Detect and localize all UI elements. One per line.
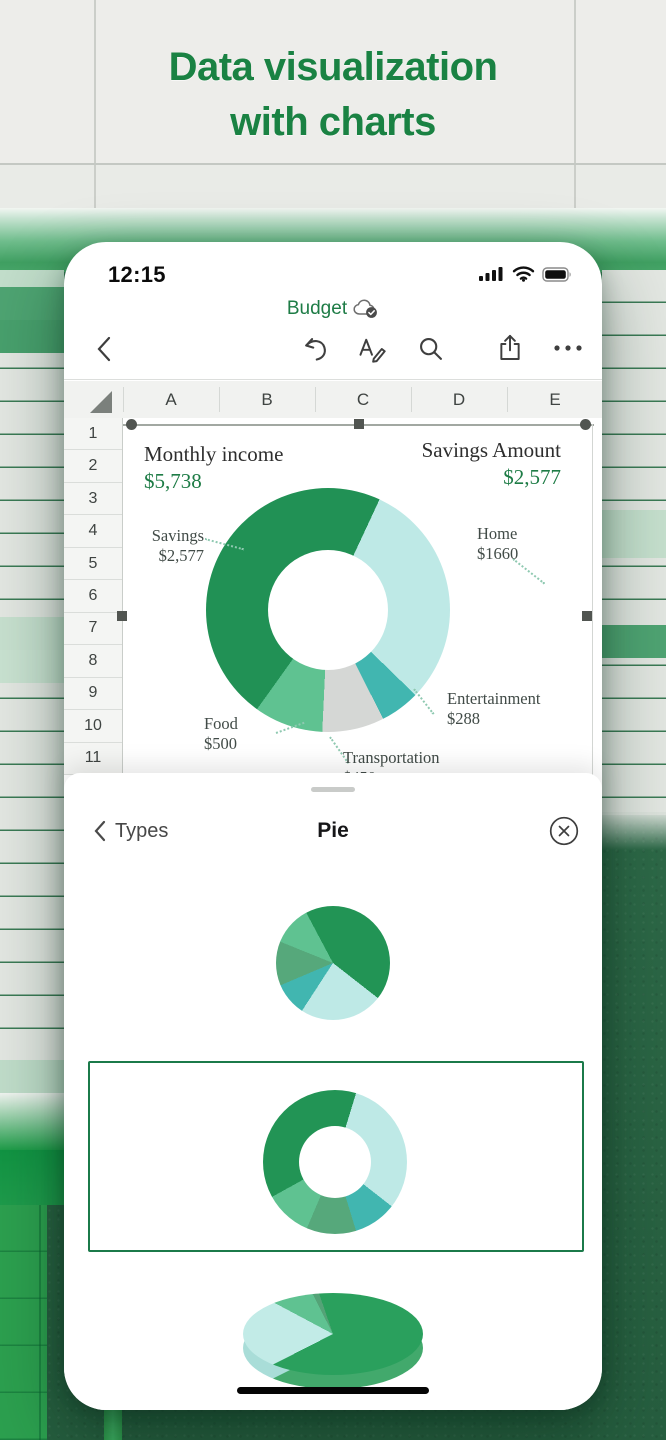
- chart-type-option-pie3d[interactable]: [243, 1293, 423, 1389]
- select-all-icon[interactable]: [90, 391, 112, 413]
- selection-handle[interactable]: [117, 611, 127, 621]
- row-header[interactable]: 11: [64, 743, 122, 775]
- hero-title-line2: with charts: [0, 95, 666, 150]
- format-button[interactable]: [357, 335, 387, 363]
- signal-icon: [479, 266, 505, 282]
- row-header-column: 1 2 3 4 5 6 7 8 9 10 11: [64, 418, 123, 775]
- backdrop-spreadsheet-row: [0, 165, 666, 208]
- search-button[interactable]: [417, 335, 445, 363]
- undo-button[interactable]: [301, 335, 329, 363]
- column-header-c[interactable]: C: [343, 381, 383, 418]
- row-header[interactable]: 7: [64, 613, 122, 645]
- selection-handle[interactable]: [582, 611, 592, 621]
- backdrop-strip: [104, 1408, 122, 1440]
- chart-selection-border-right: [592, 424, 593, 775]
- backdrop-stripes-left: [0, 270, 64, 1093]
- status-time: 12:15: [108, 262, 166, 288]
- types-back-label: Types: [115, 820, 168, 843]
- backdrop-stripes-right: [602, 270, 666, 815]
- donut-hole: [268, 550, 388, 670]
- document-title[interactable]: Budget: [287, 298, 347, 320]
- more-button[interactable]: [553, 343, 583, 353]
- kpi-income-value: $5,738: [144, 469, 202, 494]
- selection-handle[interactable]: [580, 419, 591, 430]
- kpi-savings-value: $2,577: [344, 465, 561, 490]
- slice-label-home: Home $1660: [477, 524, 518, 564]
- row-header[interactable]: 8: [64, 645, 122, 677]
- drag-handle[interactable]: [311, 787, 355, 792]
- wifi-icon: [512, 266, 535, 282]
- doughnut-thumbnail-hole: [299, 1126, 371, 1198]
- selection-handle[interactable]: [126, 419, 137, 430]
- types-back-button[interactable]: Types: [92, 819, 168, 843]
- marketing-screenshot: Data visualization with charts 12:15: [0, 0, 666, 1440]
- document-title-row[interactable]: Budget: [64, 298, 602, 320]
- row-header[interactable]: 6: [64, 580, 122, 612]
- chart-type-option-pie[interactable]: [276, 906, 390, 1020]
- back-button[interactable]: [92, 334, 118, 364]
- slice-label-food: Food $500: [204, 714, 238, 754]
- slice-label-savings: Savings $2,577: [114, 526, 204, 566]
- chevron-left-icon: [92, 819, 107, 843]
- column-header-bar: [64, 381, 602, 419]
- share-button[interactable]: [496, 333, 524, 363]
- phone-mockup: 12:15: [64, 242, 602, 1410]
- column-header-b[interactable]: B: [247, 381, 287, 418]
- kpi-savings-label: Savings Amount: [344, 438, 561, 463]
- backdrop-fade-right: [602, 812, 666, 850]
- backdrop-gridline: [94, 165, 96, 208]
- row-header[interactable]: 1: [64, 418, 122, 450]
- battery-icon: [542, 267, 572, 282]
- cloud-saved-icon: [353, 299, 379, 319]
- column-header-a[interactable]: A: [151, 381, 191, 418]
- row-header[interactable]: 9: [64, 678, 122, 710]
- hero-title-line1: Data visualization: [0, 40, 666, 95]
- kpi-income-label: Monthly income: [144, 442, 283, 467]
- slice-label-entertainment: Entertainment $288: [447, 689, 540, 729]
- hero-title: Data visualization with charts: [0, 40, 666, 150]
- backdrop-gridline: [574, 165, 576, 208]
- chart-type-sheet: Types Pie: [64, 773, 602, 1410]
- backdrop-grid-left: [0, 1205, 47, 1440]
- backdrop-fade-left: [0, 1093, 64, 1150]
- column-header-e[interactable]: E: [535, 381, 575, 418]
- selection-handle[interactable]: [354, 419, 364, 429]
- sheet-header: Types Pie: [64, 809, 602, 853]
- row-header[interactable]: 10: [64, 710, 122, 742]
- home-indicator[interactable]: [237, 1387, 429, 1394]
- pie3d-face: [243, 1293, 423, 1375]
- status-icons: [479, 266, 572, 282]
- backdrop-green-left: [0, 1150, 64, 1205]
- toolbar-separator: [64, 379, 602, 380]
- row-header[interactable]: 2: [64, 450, 122, 482]
- close-button[interactable]: [548, 815, 580, 847]
- row-header[interactable]: 3: [64, 483, 122, 515]
- column-header-d[interactable]: D: [439, 381, 479, 418]
